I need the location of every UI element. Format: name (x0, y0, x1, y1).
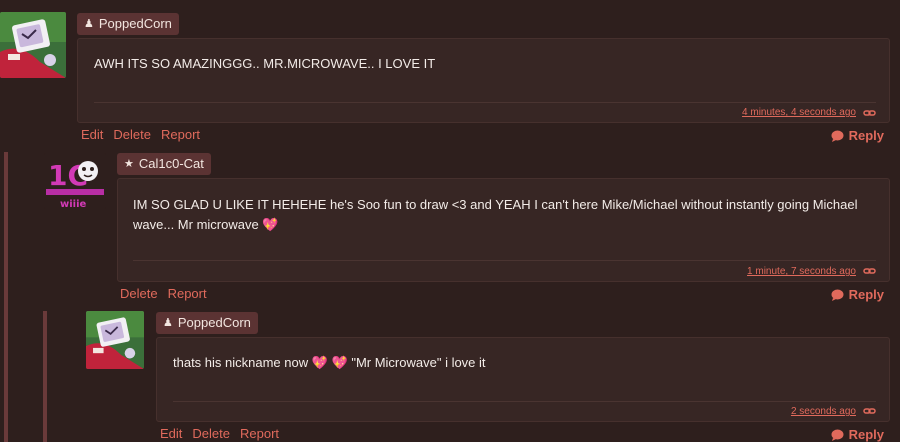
avatar[interactable] (0, 12, 66, 78)
microwave-avatar-image (86, 311, 144, 369)
username-tag[interactable]: ♟ PoppedCorn (77, 13, 179, 35)
reply-button[interactable]: Reply (831, 128, 884, 143)
username: Cal1c0-Cat (138, 156, 204, 171)
avatar[interactable] (86, 311, 144, 369)
comment-divider (94, 102, 876, 103)
reply-button[interactable]: Reply (831, 287, 884, 302)
report-link[interactable]: Report (161, 127, 200, 142)
reply-label: Reply (848, 287, 884, 302)
timestamp-link[interactable]: 1 minute, 7 seconds ago (747, 266, 856, 277)
comment-actions: Edit Delete Report (160, 426, 279, 441)
comment-box (156, 337, 890, 422)
permalink-icon[interactable] (863, 406, 876, 416)
report-link[interactable]: Report (240, 426, 279, 441)
comment-divider (133, 260, 876, 261)
star-icon: ★ (124, 158, 134, 170)
permalink-icon[interactable] (863, 108, 876, 118)
username: PoppedCorn (177, 315, 251, 330)
delete-link[interactable]: Delete (192, 426, 230, 441)
username: PoppedCorn (98, 16, 172, 31)
comment-text: AWH ITS SO AMAZINGGG.. MR.MICROWAVE.. I … (94, 56, 436, 71)
delete-link[interactable]: Delete (113, 127, 151, 142)
thread-line-level-2 (43, 311, 47, 442)
timestamp-link[interactable]: 2 seconds ago (791, 406, 856, 417)
delete-link[interactable]: Delete (120, 286, 158, 301)
comment-text: thats his nickname now 💖 💖 "Mr Microwave… (173, 355, 486, 370)
reply-label: Reply (848, 128, 884, 143)
username-tag[interactable]: ★ Cal1c0-Cat (117, 153, 211, 175)
edit-link[interactable]: Edit (81, 127, 103, 142)
avatar[interactable]: 1C wiiie (44, 153, 106, 209)
speech-bubble-icon (831, 130, 844, 142)
edit-link[interactable]: Edit (160, 426, 182, 441)
report-link[interactable]: Report (168, 286, 207, 301)
person-icon: ♟ (163, 317, 173, 329)
username-tag[interactable]: ♟ PoppedCorn (156, 312, 258, 334)
thread-line-level-1 (4, 152, 8, 442)
reply-button[interactable]: Reply (831, 427, 884, 442)
timestamp-link[interactable]: 4 minutes, 4 seconds ago (742, 107, 856, 118)
permalink-icon[interactable] (863, 266, 876, 276)
speech-bubble-icon (831, 429, 844, 441)
svg-text:wiiie: wiiie (60, 199, 87, 209)
microwave-avatar-image (0, 12, 66, 78)
person-icon: ♟ (84, 18, 94, 30)
comment-divider (173, 401, 876, 402)
comment-actions: Edit Delete Report (81, 127, 200, 142)
comment-actions: Delete Report (120, 286, 207, 301)
comment-text: IM SO GLAD U LIKE IT HEHEHE he's Soo fun… (133, 197, 858, 232)
speech-bubble-icon (831, 289, 844, 301)
calico-cat-avatar-image: 1C wiiie (44, 153, 106, 209)
reply-label: Reply (848, 427, 884, 442)
